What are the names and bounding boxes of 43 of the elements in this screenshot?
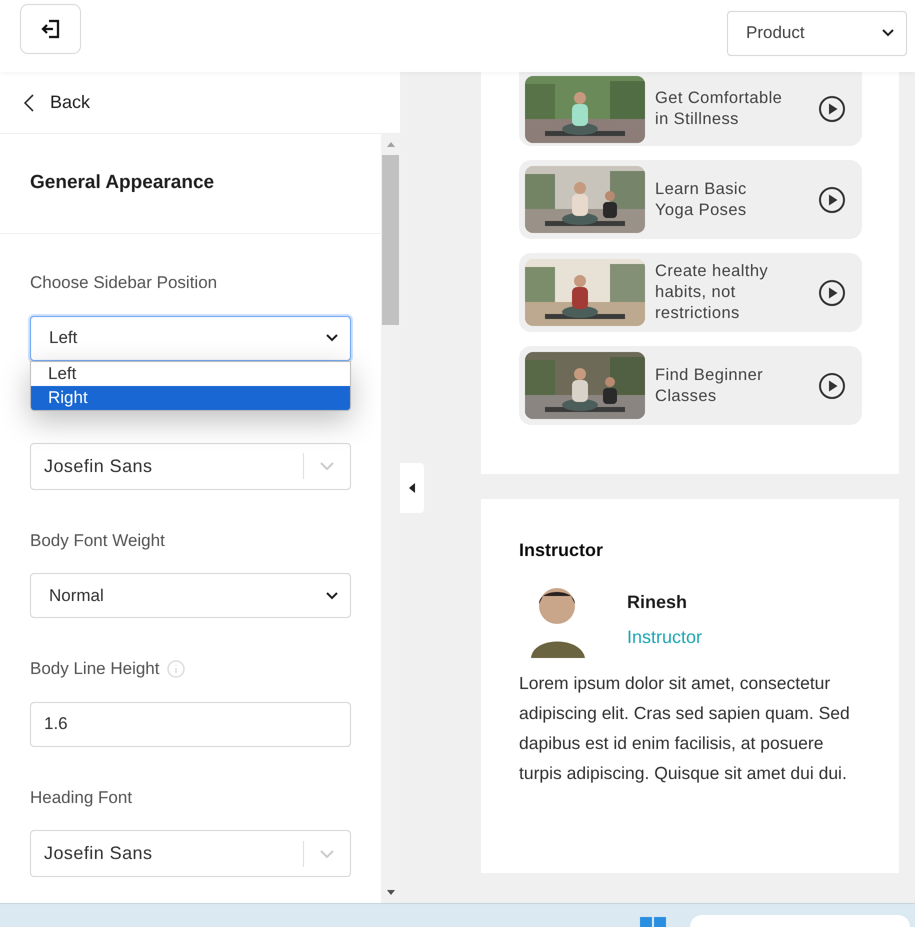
field-label: Body Font Weight: [30, 530, 165, 552]
chevron-down-icon: [326, 592, 338, 600]
collapse-tab[interactable]: [400, 463, 424, 513]
play-icon: [818, 372, 846, 400]
select-field[interactable]: Left: [30, 316, 351, 360]
field-label: Choose Sidebar Position: [30, 272, 218, 294]
instructor-name: Rinesh: [627, 591, 688, 614]
lesson-title: Create healthy habits, not restrictions: [655, 261, 770, 324]
scrollbar-thumb[interactable]: [382, 155, 399, 325]
field-label: Heading Font: [30, 786, 132, 808]
chevron-down-icon: [320, 850, 334, 858]
section-title: General Appearance: [30, 171, 214, 196]
chevron-down-icon: [326, 334, 338, 342]
chevron-down-icon: [882, 29, 894, 37]
dropdown-option[interactable]: Left: [31, 362, 350, 386]
scroll-down-icon[interactable]: [386, 890, 394, 895]
exit-icon: [40, 19, 60, 39]
input-field[interactable]: 1.6: [30, 702, 351, 746]
page-select[interactable]: Product: [727, 10, 907, 56]
dropdown-option[interactable]: Right: [31, 386, 350, 410]
font-select-field[interactable]: Josefin Sans: [30, 830, 351, 877]
chevron-down-icon: [320, 462, 334, 470]
font-select-field[interactable]: Josefin Sans: [30, 442, 351, 490]
lesson-title: Find Beginner Classes: [655, 364, 764, 406]
exit-button[interactable]: [20, 4, 81, 54]
lesson-title: Get Comfortable in Stillness: [655, 88, 784, 130]
instructor-heading: Instructor: [519, 539, 604, 562]
lesson-card[interactable]: Get Comfortable in Stillness: [519, 72, 862, 146]
lesson-card[interactable]: Create healthy habits, not restrictions: [519, 253, 862, 332]
select-field[interactable]: Normal: [30, 573, 351, 618]
lesson-card[interactable]: Learn Basic Yoga Poses: [519, 160, 862, 239]
field-label: Body Line Height: [30, 658, 160, 680]
play-icon: [818, 95, 846, 123]
scrollbar[interactable]: [381, 134, 400, 903]
instructor-bio: Lorem ipsum dolor sit amet, consectetur adipiscing elit. Cras sed sapien quam. Sed dapibus est id enim facilisis, at posuere turpis adipiscing. Quisque sit amet dui dui.: [519, 672, 851, 785]
play-icon: [818, 186, 846, 214]
play-icon: [818, 278, 846, 306]
caret-left-icon: [409, 483, 415, 493]
chevron-left-icon: [24, 94, 34, 112]
instructor-role: Instructor: [627, 626, 702, 649]
lesson-title: Learn Basic Yoga Poses: [655, 178, 748, 220]
scroll-up-icon[interactable]: [386, 142, 394, 147]
lesson-card[interactable]: Find Beginner Classes: [519, 346, 862, 425]
